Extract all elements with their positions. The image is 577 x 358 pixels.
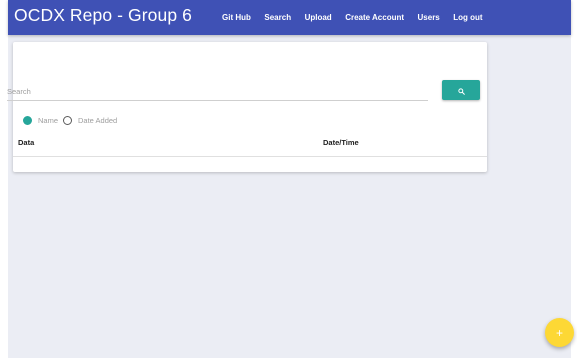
search-input[interactable] xyxy=(7,83,428,101)
plus-icon: + xyxy=(555,325,563,340)
results-table-header: Data Date/Time xyxy=(18,138,487,156)
table-divider xyxy=(13,156,487,157)
top-navbar: OCDX Repo - Group 6 Git Hub Search Uploa… xyxy=(8,0,571,35)
nav-link-upload[interactable]: Upload xyxy=(305,13,332,22)
column-header-date-time: Date/Time xyxy=(323,138,359,147)
search-icon xyxy=(457,83,465,98)
radio-name-label[interactable]: Name xyxy=(38,116,58,125)
add-fab-button[interactable]: + xyxy=(545,318,574,347)
nav-link-create-account[interactable]: Create Account xyxy=(345,13,404,22)
nav-link-logout[interactable]: Log out xyxy=(453,13,482,22)
column-header-data: Data xyxy=(18,138,35,147)
page-border-left xyxy=(0,0,8,358)
radio-date-added-label[interactable]: Date Added xyxy=(78,116,117,125)
search-button[interactable] xyxy=(442,80,480,100)
nav-links: Git Hub Search Upload Create Account Use… xyxy=(222,0,496,35)
nav-link-search[interactable]: Search xyxy=(264,13,291,22)
radio-date-added[interactable] xyxy=(63,116,73,125)
page-border-right xyxy=(571,0,577,358)
search-filter-group: Name Date Added xyxy=(23,116,122,125)
app-root: OCDX Repo - Group 6 Git Hub Search Uploa… xyxy=(0,0,577,358)
nav-link-users[interactable]: Users xyxy=(418,13,440,22)
radio-name[interactable] xyxy=(23,116,32,125)
brand-title[interactable]: OCDX Repo - Group 6 xyxy=(14,5,192,26)
nav-link-github[interactable]: Git Hub xyxy=(222,13,251,22)
